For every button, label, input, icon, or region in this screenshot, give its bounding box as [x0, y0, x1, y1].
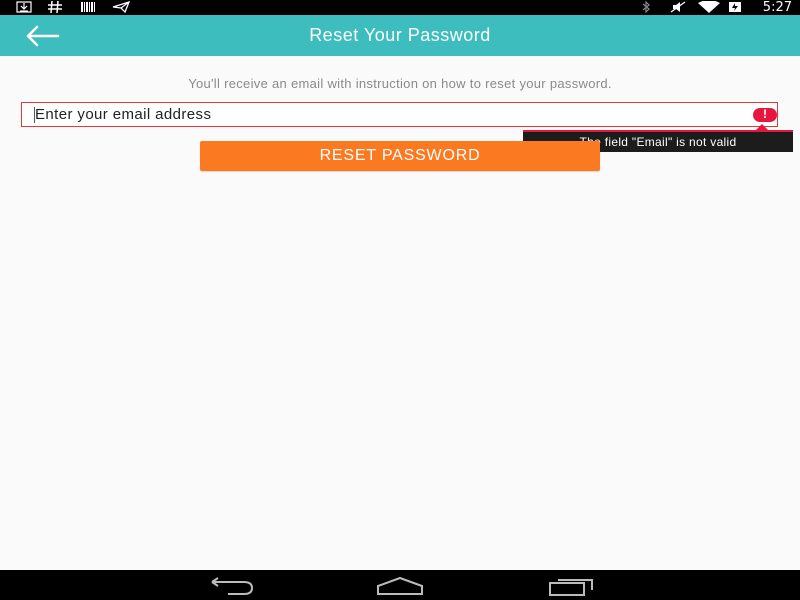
barcode-icon — [81, 2, 95, 12]
navigation-bar — [0, 570, 800, 600]
back-button[interactable] — [22, 21, 66, 51]
hash-icon — [48, 1, 62, 13]
email-input[interactable] — [35, 103, 735, 126]
app-toolbar: Reset Your Password — [0, 15, 800, 56]
battery-icon — [729, 2, 741, 12]
error-icon[interactable]: ! — [753, 107, 777, 122]
status-time: 5:27 — [762, 0, 792, 15]
page-title: Reset Your Password — [309, 25, 491, 45]
arrow-left-icon — [26, 25, 60, 47]
nav-recents-icon[interactable] — [542, 574, 602, 596]
status-bar: 5:27 — [0, 0, 800, 15]
nav-home-icon[interactable] — [370, 574, 430, 596]
wifi-icon — [698, 1, 720, 13]
instruction-text: You'll receive an email with instruction… — [188, 76, 612, 91]
bluetooth-icon — [642, 1, 650, 13]
email-field[interactable]: ! — [21, 102, 778, 127]
text-cursor — [34, 107, 35, 123]
send-icon — [112, 1, 130, 13]
download-icon — [16, 1, 32, 13]
nav-back-icon[interactable] — [200, 574, 260, 596]
reset-password-button[interactable]: RESET PASSWORD — [200, 141, 600, 171]
mute-icon — [670, 1, 686, 13]
